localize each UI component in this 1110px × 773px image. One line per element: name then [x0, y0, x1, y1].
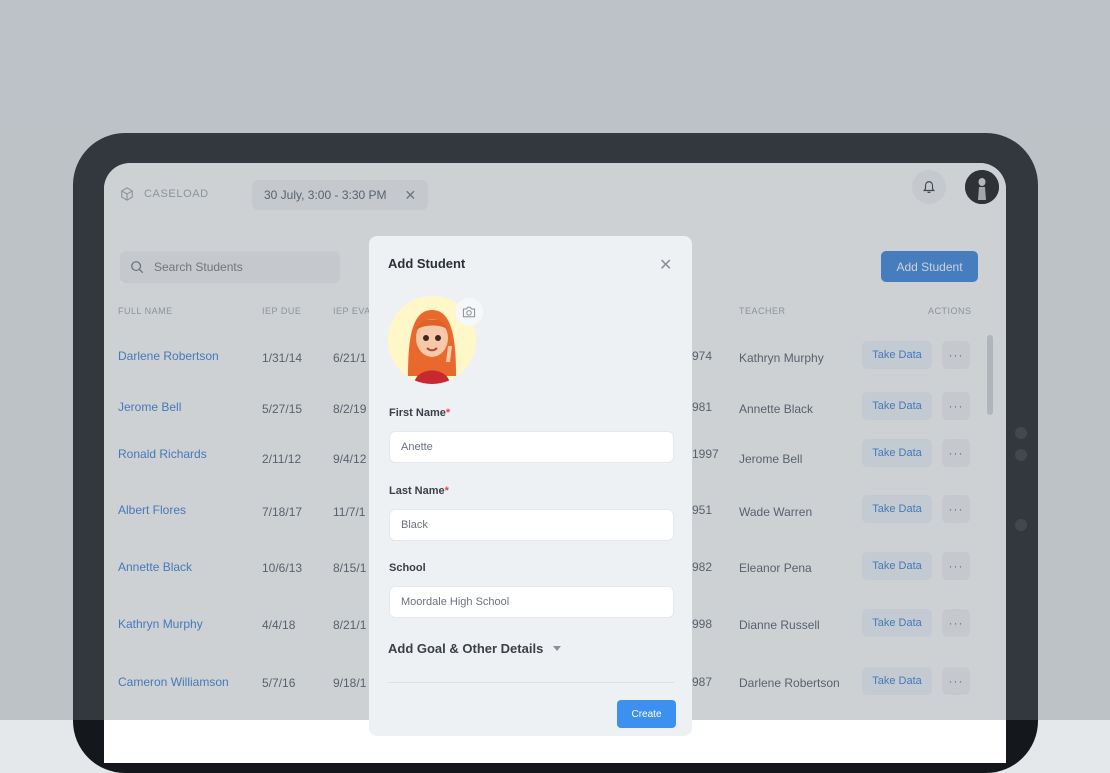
school-label: School [389, 562, 426, 574]
dialog-title: Add Student [388, 256, 466, 271]
last-name-label: Last Name* [389, 485, 449, 497]
close-icon[interactable]: ✕ [659, 255, 672, 275]
add-student-dialog: Add Student ✕ First Name* Anette Last Na… [369, 236, 692, 736]
first-name-label-text: First Name [389, 407, 446, 419]
caret-down-icon [553, 646, 562, 651]
create-button[interactable]: Create [617, 700, 676, 728]
first-name-label: First Name* [389, 407, 450, 419]
required-mark: * [445, 407, 451, 419]
camera-icon [462, 306, 476, 318]
school-field[interactable]: Moordale High School [389, 586, 674, 618]
required-mark: * [444, 485, 449, 497]
last-name-label-text: Last Name [389, 485, 445, 497]
last-name-field[interactable]: Black [389, 509, 674, 541]
first-name-field[interactable]: Anette [389, 431, 674, 463]
goal-details-label: Add Goal & Other Details [388, 641, 544, 656]
divider [388, 682, 674, 683]
goal-details-toggle[interactable]: Add Goal & Other Details [388, 641, 562, 656]
change-photo-button[interactable] [455, 298, 483, 326]
